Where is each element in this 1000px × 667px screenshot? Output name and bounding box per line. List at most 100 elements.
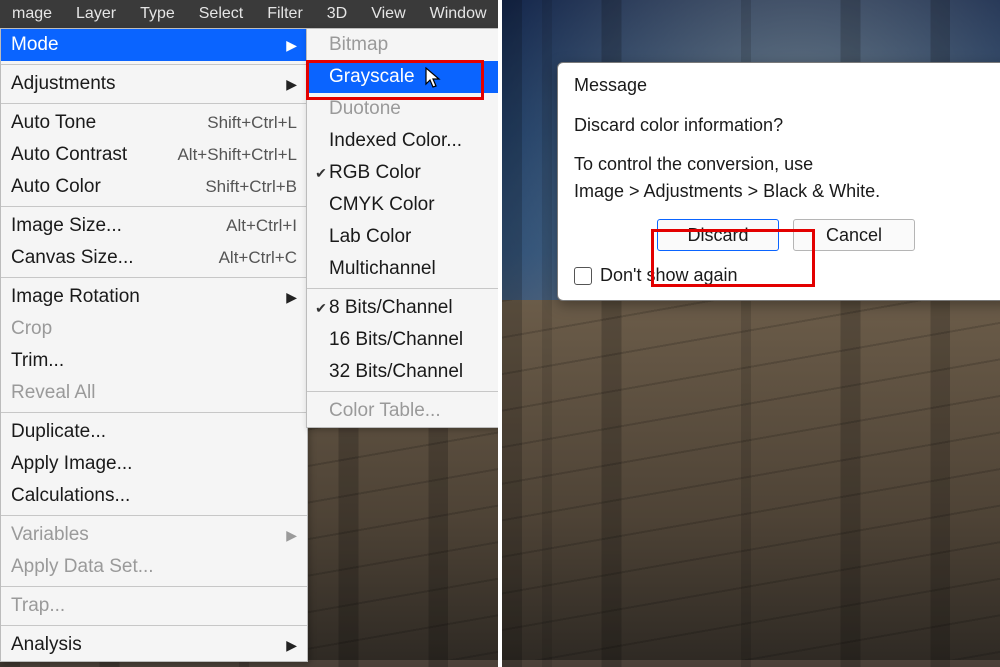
- smi-label: Color Table...: [329, 400, 489, 422]
- mi-shortcut: Shift+Ctrl+B: [205, 177, 297, 197]
- mi-label: Adjustments: [11, 73, 280, 95]
- separator: [1, 103, 307, 104]
- checkbox-icon[interactable]: [574, 267, 592, 285]
- mi-label: Crop: [11, 318, 297, 340]
- mi-trap: Trap...: [1, 590, 307, 622]
- menu-3d[interactable]: 3D: [315, 0, 359, 28]
- smi-cmyk[interactable]: CMYK Color: [307, 189, 499, 221]
- mi-label: Variables: [11, 524, 280, 546]
- submenu-arrow-icon: ▶: [286, 37, 297, 54]
- image-dropdown: Mode ▶ Adjustments ▶ Auto Tone Shift+Ctr…: [0, 28, 308, 662]
- mi-label: Auto Contrast: [11, 144, 177, 166]
- mi-label: Auto Tone: [11, 112, 207, 134]
- check-icon: ✔: [313, 165, 329, 182]
- dont-show-label: Don't show again: [600, 265, 738, 286]
- mi-rotation[interactable]: Image Rotation ▶: [1, 281, 307, 313]
- submenu-arrow-icon: ▶: [286, 527, 297, 544]
- mi-label: Trim...: [11, 350, 297, 372]
- mi-auto-tone[interactable]: Auto Tone Shift+Ctrl+L: [1, 107, 307, 139]
- mi-auto-contrast[interactable]: Auto Contrast Alt+Shift+Ctrl+L: [1, 139, 307, 171]
- mi-label: Calculations...: [11, 485, 297, 507]
- smi-label: Multichannel: [329, 258, 489, 280]
- mi-auto-color[interactable]: Auto Color Shift+Ctrl+B: [1, 171, 307, 203]
- smi-indexed[interactable]: Indexed Color...: [307, 125, 499, 157]
- mi-label: Trap...: [11, 595, 297, 617]
- separator: [1, 586, 307, 587]
- mi-shortcut: Alt+Shift+Ctrl+L: [177, 145, 297, 165]
- mi-label: Duplicate...: [11, 421, 297, 443]
- smi-32bit[interactable]: 32 Bits/Channel: [307, 356, 499, 388]
- main-menubar: mage Layer Type Select Filter 3D View Wi…: [0, 0, 498, 28]
- separator: [307, 288, 499, 289]
- menu-image[interactable]: mage: [0, 0, 64, 28]
- mi-label: Apply Data Set...: [11, 556, 297, 578]
- mi-label: Analysis: [11, 634, 280, 656]
- smi-label: Bitmap: [329, 34, 489, 56]
- mi-image-size[interactable]: Image Size... Alt+Ctrl+I: [1, 210, 307, 242]
- mi-crop: Crop: [1, 313, 307, 345]
- mi-label: Reveal All: [11, 382, 297, 404]
- menu-view[interactable]: View: [359, 0, 417, 28]
- smi-lab[interactable]: Lab Color: [307, 221, 499, 253]
- smi-label: 32 Bits/Channel: [329, 361, 489, 383]
- smi-label: CMYK Color: [329, 194, 489, 216]
- button-label: Cancel: [826, 225, 882, 246]
- separator: [1, 412, 307, 413]
- submenu-arrow-icon: ▶: [286, 76, 297, 93]
- mi-adjustments[interactable]: Adjustments ▶: [1, 68, 307, 100]
- menu-type[interactable]: Type: [128, 0, 187, 28]
- dialog-tip-line1: To control the conversion, use: [574, 151, 998, 178]
- mi-calculations[interactable]: Calculations...: [1, 480, 307, 512]
- smi-label: 8 Bits/Channel: [329, 297, 489, 319]
- right-panel: Message Discard color information? To co…: [502, 0, 1000, 667]
- mi-shortcut: Shift+Ctrl+L: [207, 113, 297, 133]
- mi-variables: Variables ▶: [1, 519, 307, 551]
- smi-label: Duotone: [329, 98, 489, 120]
- mi-canvas-size[interactable]: Canvas Size... Alt+Ctrl+C: [1, 242, 307, 274]
- mi-reveal: Reveal All: [1, 377, 307, 409]
- dialog-body: Discard color information? To control th…: [574, 112, 998, 205]
- separator: [1, 515, 307, 516]
- dialog-title: Message: [574, 75, 998, 96]
- separator: [1, 206, 307, 207]
- discard-button[interactable]: Discard: [657, 219, 779, 251]
- mi-label: Mode: [11, 34, 280, 56]
- separator: [1, 64, 307, 65]
- menu-select[interactable]: Select: [187, 0, 255, 28]
- mi-shortcut: Alt+Ctrl+C: [219, 248, 297, 268]
- smi-label: Indexed Color...: [329, 130, 489, 152]
- menu-window[interactable]: Window: [418, 0, 499, 28]
- mi-label: Apply Image...: [11, 453, 297, 475]
- mi-label: Auto Color: [11, 176, 205, 198]
- mi-apply-data: Apply Data Set...: [1, 551, 307, 583]
- mi-duplicate[interactable]: Duplicate...: [1, 416, 307, 448]
- smi-16bit[interactable]: 16 Bits/Channel: [307, 324, 499, 356]
- dialog-tip-line2: Image > Adjustments > Black & White.: [574, 178, 998, 205]
- submenu-arrow-icon: ▶: [286, 637, 297, 654]
- smi-label: Lab Color: [329, 226, 489, 248]
- smi-8bit[interactable]: ✔8 Bits/Channel: [307, 292, 499, 324]
- smi-rgb[interactable]: ✔RGB Color: [307, 157, 499, 189]
- smi-color-table: Color Table...: [307, 395, 499, 427]
- mi-mode[interactable]: Mode ▶: [1, 29, 307, 61]
- mode-submenu: Bitmap Grayscale Duotone Indexed Color..…: [306, 28, 500, 428]
- dont-show-row[interactable]: Don't show again: [574, 265, 998, 286]
- discard-dialog: Message Discard color information? To co…: [557, 62, 1000, 301]
- smi-duotone: Duotone: [307, 93, 499, 125]
- mi-label: Image Size...: [11, 215, 226, 237]
- smi-multichannel[interactable]: Multichannel: [307, 253, 499, 285]
- separator: [307, 391, 499, 392]
- mi-shortcut: Alt+Ctrl+I: [226, 216, 297, 236]
- mi-analysis[interactable]: Analysis ▶: [1, 629, 307, 661]
- dialog-buttons: Discard Cancel: [574, 219, 998, 251]
- dialog-question: Discard color information?: [574, 112, 998, 139]
- smi-grayscale[interactable]: Grayscale: [307, 61, 499, 93]
- check-icon: ✔: [313, 300, 329, 317]
- mi-label: Image Rotation: [11, 286, 280, 308]
- menu-layer[interactable]: Layer: [64, 0, 128, 28]
- menu-filter[interactable]: Filter: [255, 0, 315, 28]
- cancel-button[interactable]: Cancel: [793, 219, 915, 251]
- mi-trim[interactable]: Trim...: [1, 345, 307, 377]
- mi-apply-image[interactable]: Apply Image...: [1, 448, 307, 480]
- smi-label: Grayscale: [329, 66, 489, 88]
